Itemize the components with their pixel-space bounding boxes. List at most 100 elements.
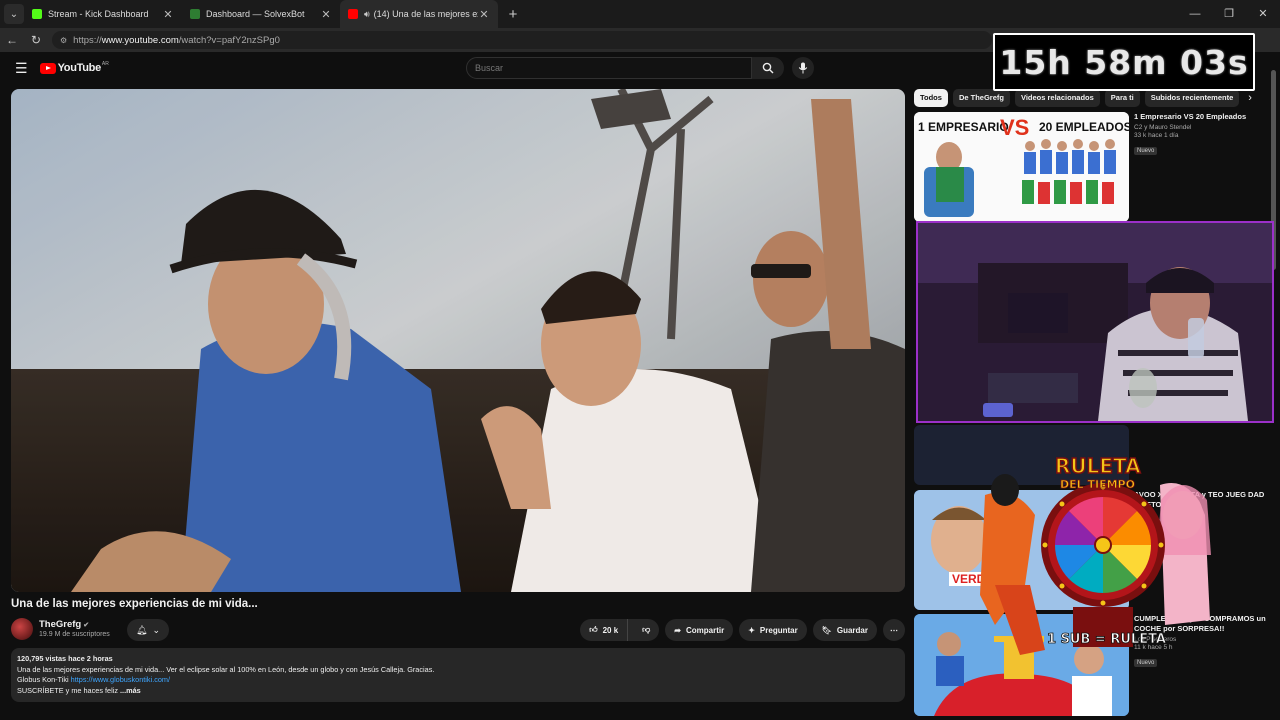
url-prefix: https:// <box>73 34 102 46</box>
webcam-feed <box>918 223 1272 421</box>
tab-title: Dashboard — SolvexBot <box>206 9 305 19</box>
recommendation-title[interactable]: 1 Empresario VS 20 Empleados <box>1134 112 1269 122</box>
tab-title: Stream - Kick Dashboard <box>48 9 149 19</box>
stream-timer-overlay: 15h 58m 03s <box>993 33 1255 91</box>
like-dislike-group: 👍︎ 20 k 👎︎ <box>580 619 660 641</box>
view-count-date: 120,795 vistas hace 2 horas <box>17 654 113 663</box>
browser-tab-bar: ⌄ Stream - Kick Dashboard ✕ Dashboard — … <box>0 0 1280 28</box>
subscriber-count: 19.9 M de suscriptores <box>39 631 110 638</box>
chevron-right-icon[interactable]: › <box>1248 89 1252 107</box>
new-badge: Nuevo <box>1134 147 1158 155</box>
search-input[interactable]: Buscar <box>466 57 752 79</box>
browser-tab-solvexbot[interactable]: Dashboard — SolvexBot ✕ <box>182 0 340 28</box>
video-frame <box>11 89 905 592</box>
bell-icon: 🔔︎ <box>136 624 148 635</box>
show-more-link[interactable]: ...más <box>120 686 141 695</box>
sparkle-icon: ✦ <box>748 625 755 635</box>
dislike-button[interactable]: 👎︎ <box>633 625 659 635</box>
thumbnail-image: 1 EMPRESARIO VS 20 EMPLEADOS <box>914 112 1129 222</box>
youtube-play-icon <box>39 62 56 74</box>
streamer-webcam-overlay <box>916 221 1274 423</box>
youtube-logo-text: YouTube <box>57 62 102 74</box>
chip-from-channel[interactable]: De TheGrefg <box>952 89 1010 107</box>
country-code: AR <box>101 61 109 67</box>
ask-label: Preguntar <box>759 625 798 635</box>
list-item[interactable]: 1 EMPRESARIO VS 20 EMPLEADOS 1 Empresari… <box>914 112 1264 224</box>
tab-list-button[interactable]: ⌄ <box>4 4 24 24</box>
browser-tab-youtube[interactable]: 🔊︎ (14) Una de las mejores exper ✕ <box>340 0 498 28</box>
video-title: Una de las mejores experiencias de mi vi… <box>11 598 258 610</box>
ask-button[interactable]: ✦ Preguntar <box>739 619 807 641</box>
like-count: 20 k <box>602 625 619 635</box>
related-filter-chips: Todos De TheGrefg Videos relacionados Pa… <box>914 89 1254 107</box>
chip-recent[interactable]: Subidos recientemente <box>1144 89 1240 107</box>
channel-name-wrap[interactable]: TheGrefg ✔ <box>39 619 89 630</box>
close-icon[interactable]: ✕ <box>478 8 490 21</box>
restore-icon[interactable]: ❐ <box>1212 0 1246 28</box>
new-badge: Nuevo <box>1134 659 1158 667</box>
description-text: SUSCRÍBETE y me haces feliz <box>17 685 118 695</box>
video-thumbnail[interactable]: 1 EMPRESARIO VS 20 EMPLEADOS <box>914 112 1129 222</box>
wheel-title-line1: RULETA <box>1055 454 1141 478</box>
description-text: Globus Kon-Tiki <box>17 675 71 684</box>
roulette-graphic: RULETA DEL TIEMPO 1 SUB = RULETA <box>980 453 1211 655</box>
description-line: SUSCRÍBETE y me haces feliz ...más <box>17 686 899 697</box>
youtube-logo[interactable]: YouTube AR <box>39 61 109 74</box>
description-line: Una de las mejores experiencias de mi vi… <box>17 664 435 674</box>
back-icon[interactable]: ← <box>0 33 24 47</box>
chevron-down-icon: ⌄ <box>152 624 160 635</box>
chip-all[interactable]: Todos <box>914 89 948 107</box>
close-icon[interactable]: ✕ <box>162 8 174 21</box>
recommendation-views: 33 k hace 1 día <box>1134 132 1179 139</box>
url-field[interactable]: ⚙ https://www.youtube.com/watch?v=pafY2n… <box>52 31 992 49</box>
minimize-icon[interactable]: — <box>1178 0 1212 28</box>
speaker-icon[interactable]: 🔊︎ <box>364 9 370 20</box>
notification-bell-button[interactable]: 🔔︎ ⌄ <box>127 619 169 641</box>
site-info-icon[interactable]: ⚙ <box>60 36 67 45</box>
search-button[interactable] <box>752 57 784 79</box>
thumbs-up-icon: 👍︎ <box>589 625 598 634</box>
channel-avatar[interactable] <box>11 618 33 640</box>
voice-search-button[interactable] <box>792 57 814 79</box>
recommendation-info: 1 Empresario VS 20 Empleados C2 y Mauro … <box>1134 112 1269 157</box>
kick-favicon-icon <box>32 9 42 19</box>
channel-row: TheGrefg ✔ 19.9 M de suscriptores 🔔︎ ⌄ 👍︎… <box>11 618 905 642</box>
thumb-text-right: 20 EMPLEADOS <box>1039 120 1129 134</box>
close-icon[interactable]: ✕ <box>320 8 332 21</box>
description-box[interactable]: 120,795 vistas hace 2 horas Una de las m… <box>11 648 905 702</box>
bookmark-icon: 🔖︎ <box>821 625 832 635</box>
share-button[interactable]: ➦ Compartir <box>665 619 734 641</box>
verified-icon: ✔ <box>83 622 90 629</box>
chevron-down-icon: ⌄ <box>9 8 19 20</box>
like-button[interactable]: 👍︎ 20 k <box>580 619 629 641</box>
timer-text: 15h 58m 03s <box>999 42 1249 82</box>
microphone-icon <box>798 62 808 74</box>
recommendation-channel[interactable]: C2 y Mauro Stendel <box>1134 124 1269 131</box>
thumb-text-vs: VS <box>1000 115 1029 140</box>
video-player[interactable] <box>11 89 905 592</box>
url-path: /watch?v=pafY2nzSPg0 <box>178 34 280 46</box>
share-label: Compartir <box>685 625 725 635</box>
browser-tab-kick[interactable]: Stream - Kick Dashboard ✕ <box>24 0 182 28</box>
thumbs-down-icon: 👎︎ <box>642 625 651 634</box>
reload-icon[interactable]: ↻ <box>24 33 48 47</box>
description-line: Globus Kon-Tiki https://www.globuskontik… <box>17 675 899 686</box>
tab-title: (14) Una de las mejores exper <box>373 9 478 19</box>
save-label: Guardar <box>836 625 868 635</box>
video-actions: 👍︎ 20 k 👎︎ ➦ Compartir ✦ Preguntar 🔖︎ Guarda… <box>580 619 905 641</box>
wheel-title-line2: DEL TIEMPO <box>1060 478 1135 491</box>
more-actions-button[interactable]: ⋯ <box>883 619 905 641</box>
new-tab-button[interactable]: + <box>502 6 524 23</box>
share-icon: ➦ <box>674 625 681 635</box>
chip-related[interactable]: Videos relacionados <box>1014 89 1100 107</box>
menu-icon[interactable]: ☰ <box>15 60 28 77</box>
chip-for-you[interactable]: Para ti <box>1104 89 1140 107</box>
channel-name[interactable]: TheGrefg <box>39 619 81 630</box>
description-link[interactable]: https://www.globuskontiki.com/ <box>71 675 170 684</box>
save-button[interactable]: 🔖︎ Guardar <box>812 619 877 641</box>
search-icon <box>762 62 774 74</box>
solvexbot-favicon-icon <box>190 9 200 19</box>
window-controls: — ❐ ✕ <box>1178 0 1280 28</box>
close-window-icon[interactable]: ✕ <box>1246 0 1280 28</box>
wheel-caption: 1 SUB = RULETA <box>1047 632 1166 647</box>
